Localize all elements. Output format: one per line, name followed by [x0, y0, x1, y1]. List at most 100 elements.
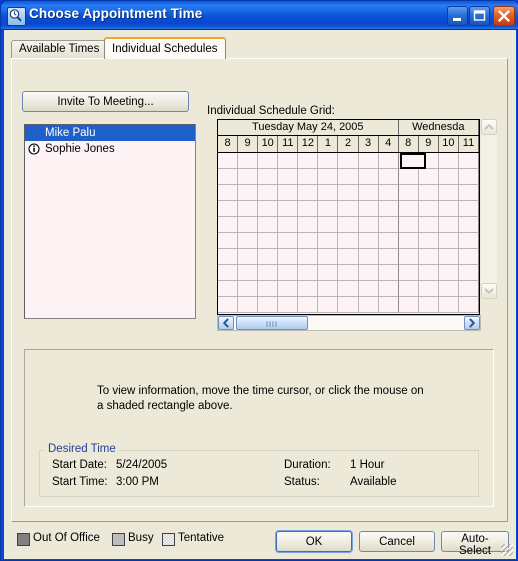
grid-cell[interactable] [278, 265, 299, 281]
grid-cell[interactable] [438, 153, 459, 169]
grid-cell[interactable] [358, 201, 379, 217]
tab-available-times[interactable]: Available Times [11, 40, 108, 59]
grid-row[interactable] [218, 281, 479, 297]
grid-cell[interactable] [298, 281, 319, 297]
grid-cell[interactable] [398, 297, 419, 313]
grid-cell[interactable] [298, 265, 319, 281]
auto-select-button[interactable]: Auto-Select [441, 531, 509, 557]
grid-cell[interactable] [278, 249, 299, 265]
grid-cell[interactable] [358, 249, 379, 265]
grid-cell[interactable] [438, 265, 459, 281]
grid-row[interactable] [218, 185, 479, 201]
grid-cell[interactable] [238, 169, 259, 185]
individual-schedule-grid[interactable]: Tuesday May 24, 2005 Wednesda 8 9 10 11 12 1 2 3… [217, 119, 480, 315]
grid-cell[interactable] [418, 297, 439, 313]
grid-cell[interactable] [358, 233, 379, 249]
grid-cell[interactable] [258, 265, 279, 281]
grid-cell[interactable] [298, 153, 319, 169]
minimize-button[interactable] [447, 6, 468, 26]
grid-cell[interactable] [278, 169, 299, 185]
grid-cell[interactable] [438, 297, 459, 313]
grid-row[interactable] [218, 169, 479, 185]
grid-cell[interactable] [338, 185, 359, 201]
grid-cell[interactable] [238, 233, 259, 249]
grid-cell[interactable] [418, 249, 439, 265]
grid-cell[interactable] [218, 297, 239, 313]
grid-cell[interactable] [318, 233, 339, 249]
horizontal-scroll-thumb[interactable] [236, 316, 308, 330]
scroll-up-icon[interactable] [481, 119, 497, 135]
grid-cell[interactable] [378, 281, 399, 297]
grid-cell[interactable] [338, 201, 359, 217]
grid-cell[interactable] [338, 233, 359, 249]
tab-individual-schedules[interactable]: Individual Schedules [104, 37, 226, 59]
grid-vertical-scrollbar[interactable] [481, 119, 497, 299]
grid-cell[interactable] [358, 169, 379, 185]
grid-cell[interactable] [378, 169, 399, 185]
grid-cell[interactable] [418, 201, 439, 217]
grid-row[interactable] [218, 297, 479, 313]
grid-cell[interactable] [258, 201, 279, 217]
grid-cell[interactable] [238, 217, 259, 233]
grid-row[interactable] [218, 249, 479, 265]
grid-cell[interactable] [418, 217, 439, 233]
grid-cell[interactable] [398, 281, 419, 297]
grid-cell[interactable] [338, 217, 359, 233]
grid-cell[interactable] [318, 265, 339, 281]
grid-cell[interactable] [338, 281, 359, 297]
grid-cell[interactable] [278, 153, 299, 169]
grid-cell[interactable] [418, 281, 439, 297]
grid-cell[interactable] [438, 249, 459, 265]
list-item[interactable]: Sophie Jones [25, 141, 195, 157]
grid-cell[interactable] [398, 185, 419, 201]
grid-cell[interactable] [378, 249, 399, 265]
grid-cell[interactable] [238, 281, 259, 297]
grid-cell[interactable] [398, 233, 419, 249]
ok-button[interactable]: OK [276, 531, 352, 552]
grid-cell[interactable] [318, 217, 339, 233]
grid-cell[interactable] [258, 153, 279, 169]
grid-row[interactable] [218, 217, 479, 233]
grid-cell[interactable] [218, 233, 239, 249]
grid-cell[interactable] [278, 185, 299, 201]
scroll-down-icon[interactable] [481, 283, 497, 299]
grid-cell[interactable] [318, 201, 339, 217]
grid-cell[interactable] [338, 265, 359, 281]
grid-cell[interactable] [238, 265, 259, 281]
cancel-button[interactable]: Cancel [359, 531, 435, 552]
grid-cell[interactable] [298, 297, 319, 313]
grid-cell[interactable] [438, 201, 459, 217]
grid-cell[interactable] [458, 281, 479, 297]
attendee-list[interactable]: Mike Palu Sophie Jones [24, 124, 196, 319]
grid-cell[interactable] [318, 249, 339, 265]
grid-row[interactable] [218, 233, 479, 249]
grid-cell[interactable] [258, 217, 279, 233]
grid-cell[interactable] [358, 265, 379, 281]
grid-cell[interactable] [258, 233, 279, 249]
grid-cell[interactable] [238, 153, 259, 169]
grid-cell[interactable] [398, 265, 419, 281]
grid-cell[interactable] [378, 217, 399, 233]
time-cursor[interactable] [400, 153, 426, 169]
grid-cell[interactable] [458, 185, 479, 201]
grid-cell[interactable] [298, 217, 319, 233]
grid-cell[interactable] [218, 217, 239, 233]
grid-row[interactable] [218, 265, 479, 281]
grid-cell[interactable] [338, 153, 359, 169]
grid-cell[interactable] [258, 249, 279, 265]
grid-cell[interactable] [458, 265, 479, 281]
grid-cell[interactable] [278, 233, 299, 249]
grid-cell[interactable] [338, 249, 359, 265]
grid-cell[interactable] [338, 169, 359, 185]
grid-cell[interactable] [458, 217, 479, 233]
grid-cell[interactable] [438, 169, 459, 185]
grid-cell[interactable] [398, 217, 419, 233]
grid-cell[interactable] [318, 185, 339, 201]
grid-cell[interactable] [278, 217, 299, 233]
grid-cell[interactable] [218, 249, 239, 265]
grid-cell[interactable] [298, 169, 319, 185]
grid-cell[interactable] [458, 249, 479, 265]
maximize-button[interactable] [469, 6, 490, 26]
grid-cell[interactable] [258, 185, 279, 201]
grid-cell[interactable] [318, 153, 339, 169]
